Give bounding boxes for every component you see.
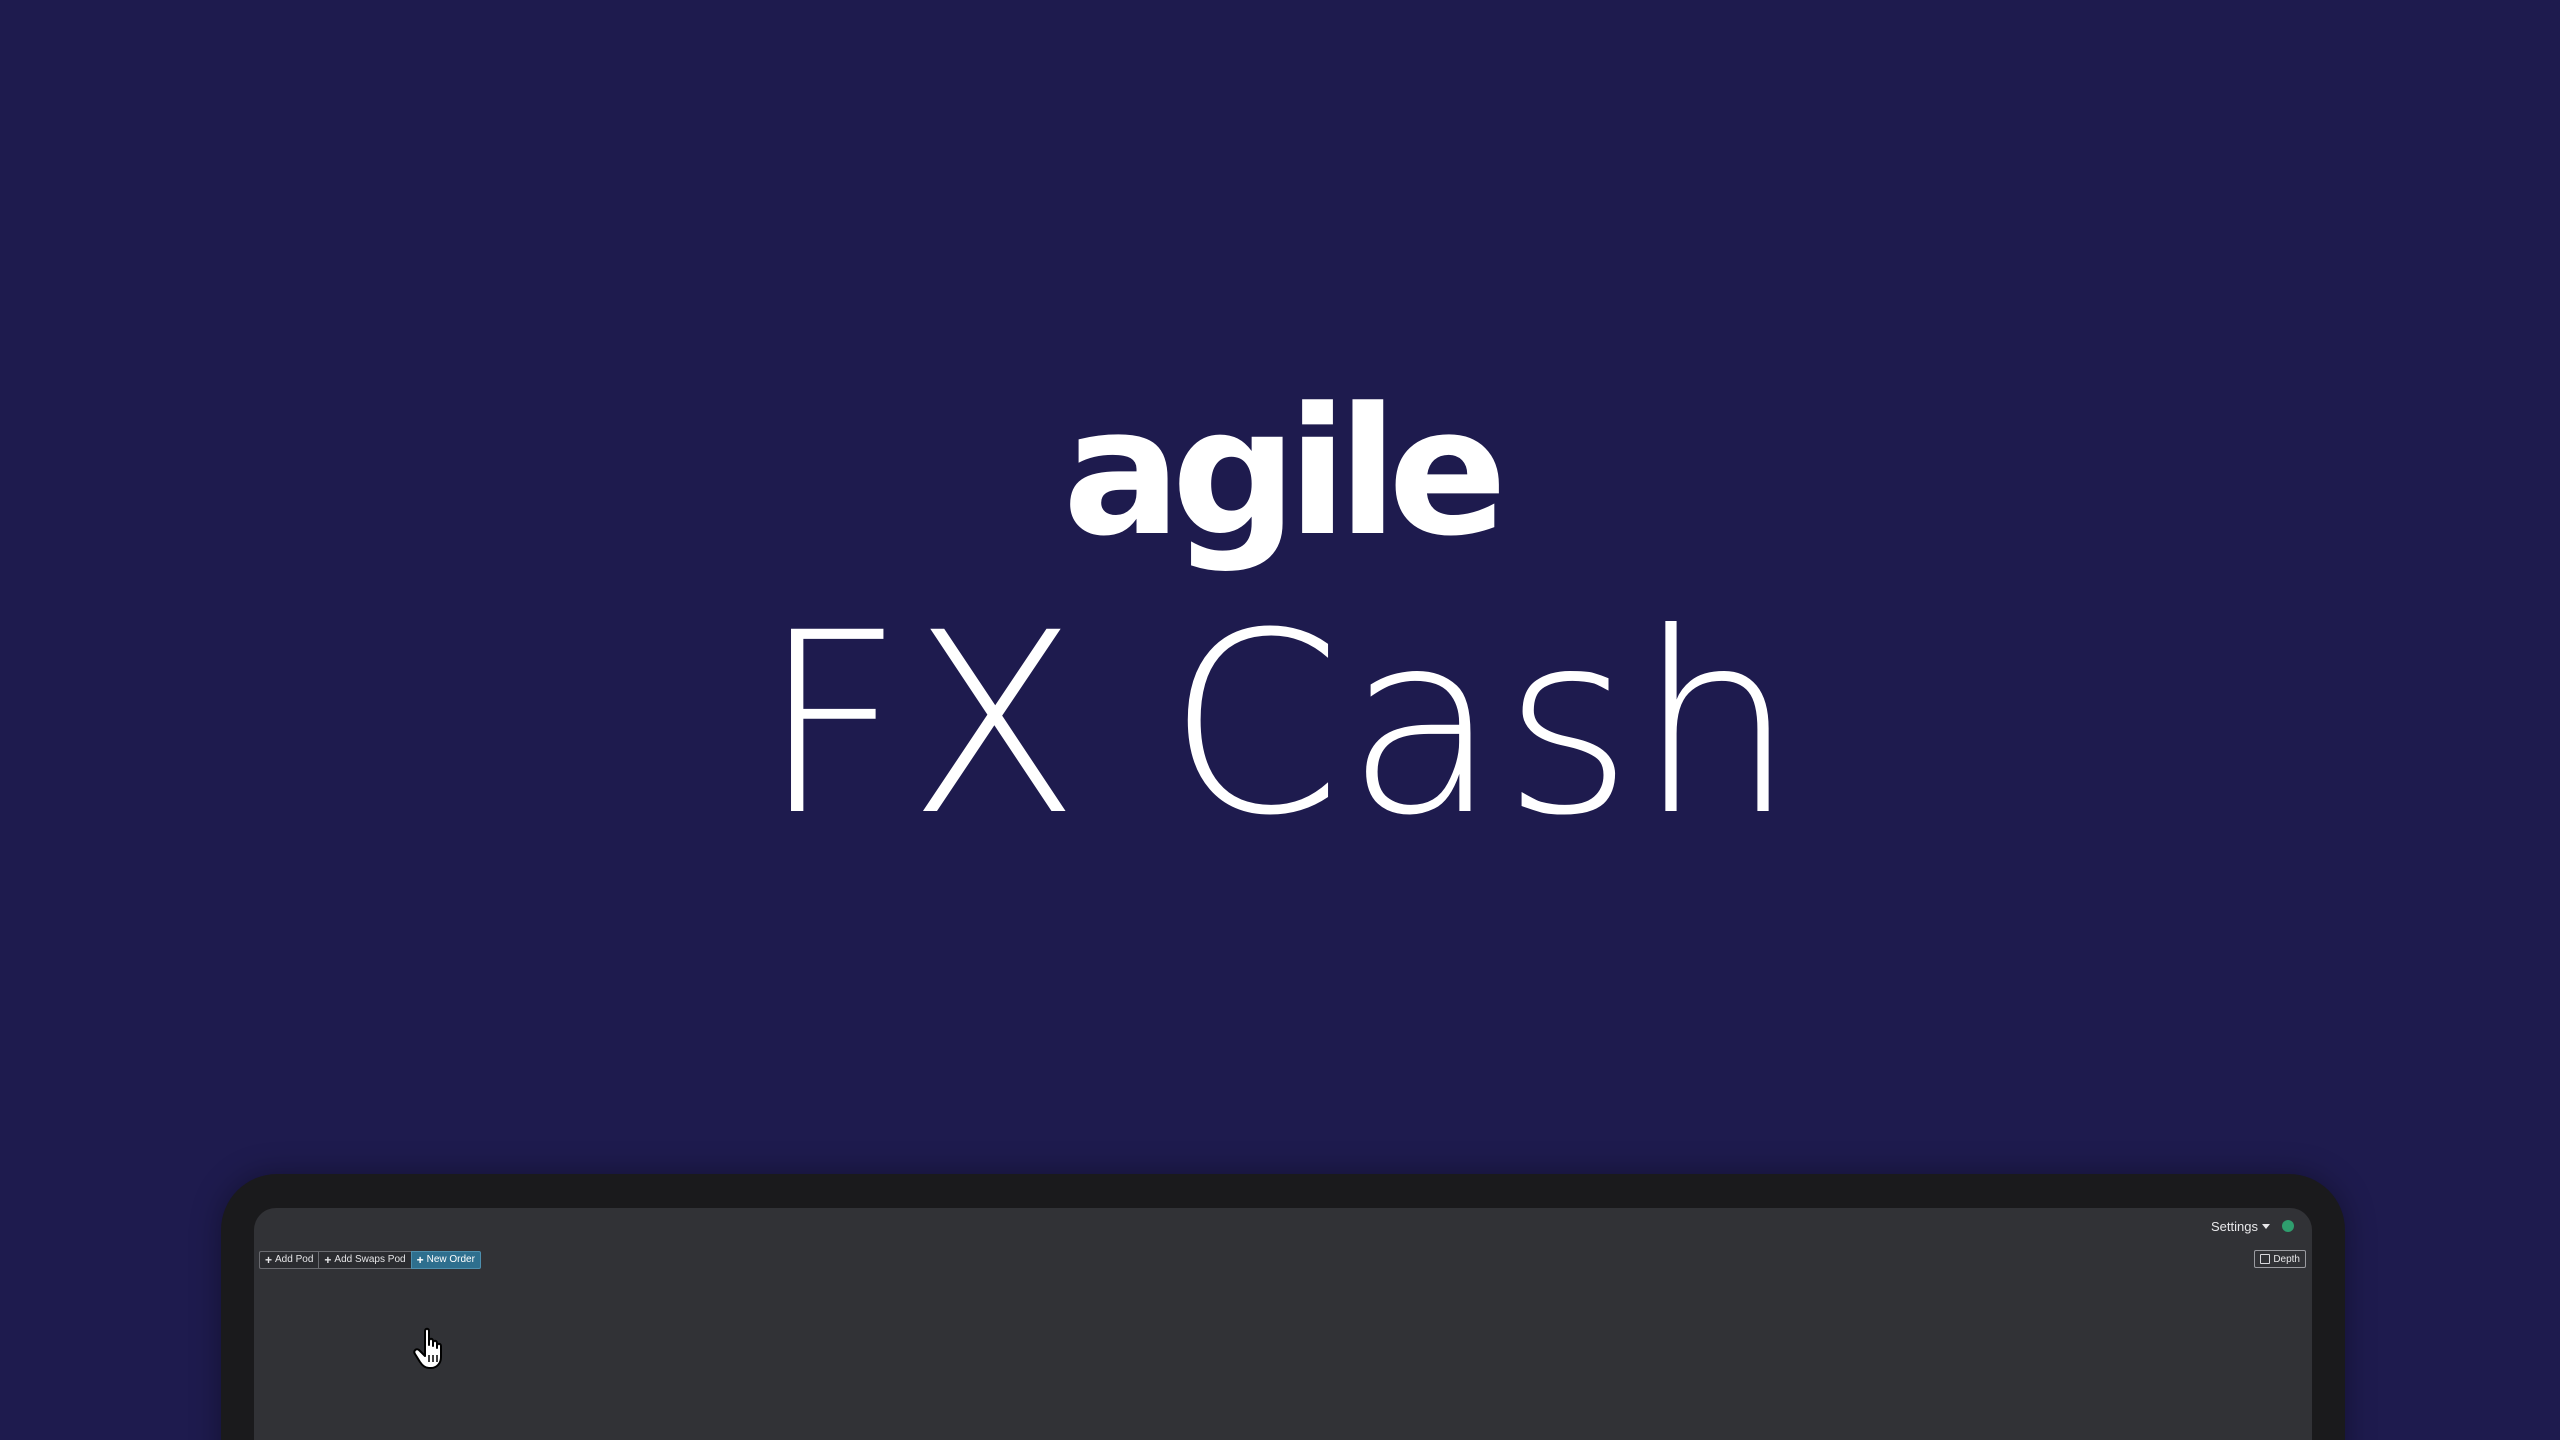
- header-controls: Settings: [2211, 1214, 2294, 1238]
- plus-icon: +: [416, 1253, 424, 1267]
- app-screen: Settings + Add Pod + Add Swaps Pod + New…: [254, 1208, 2312, 1440]
- new-order-button[interactable]: + New Order: [410, 1251, 481, 1269]
- plus-icon: +: [265, 1253, 273, 1267]
- add-pod-button[interactable]: + Add Pod: [259, 1251, 319, 1269]
- promo-page: agile FX Cash Settings + Add Pod + Add S…: [0, 0, 2560, 1440]
- agile-logo: agile: [1062, 370, 1508, 575]
- product-title: FX Cash: [760, 579, 1800, 870]
- add-swaps-pod-button[interactable]: + Add Swaps Pod: [318, 1251, 411, 1269]
- depth-checkbox[interactable]: [2260, 1254, 2271, 1264]
- hand-pointer-icon: [413, 1327, 442, 1369]
- depth-toggle[interactable]: Depth: [2254, 1250, 2306, 1268]
- chevron-down-icon: [2262, 1223, 2270, 1229]
- add-swaps-pod-label: Add Swaps Pod: [334, 1254, 406, 1265]
- settings-label: Settings: [2211, 1218, 2258, 1234]
- new-order-label: New Order: [426, 1254, 475, 1265]
- settings-dropdown[interactable]: Settings: [2211, 1219, 2270, 1234]
- toolbar: + Add Pod + Add Swaps Pod + New Order: [259, 1251, 481, 1269]
- connection-status-icon: [2282, 1220, 2294, 1232]
- plus-icon: +: [324, 1253, 332, 1267]
- depth-label: Depth: [2273, 1253, 2300, 1265]
- add-pod-label: Add Pod: [275, 1254, 314, 1265]
